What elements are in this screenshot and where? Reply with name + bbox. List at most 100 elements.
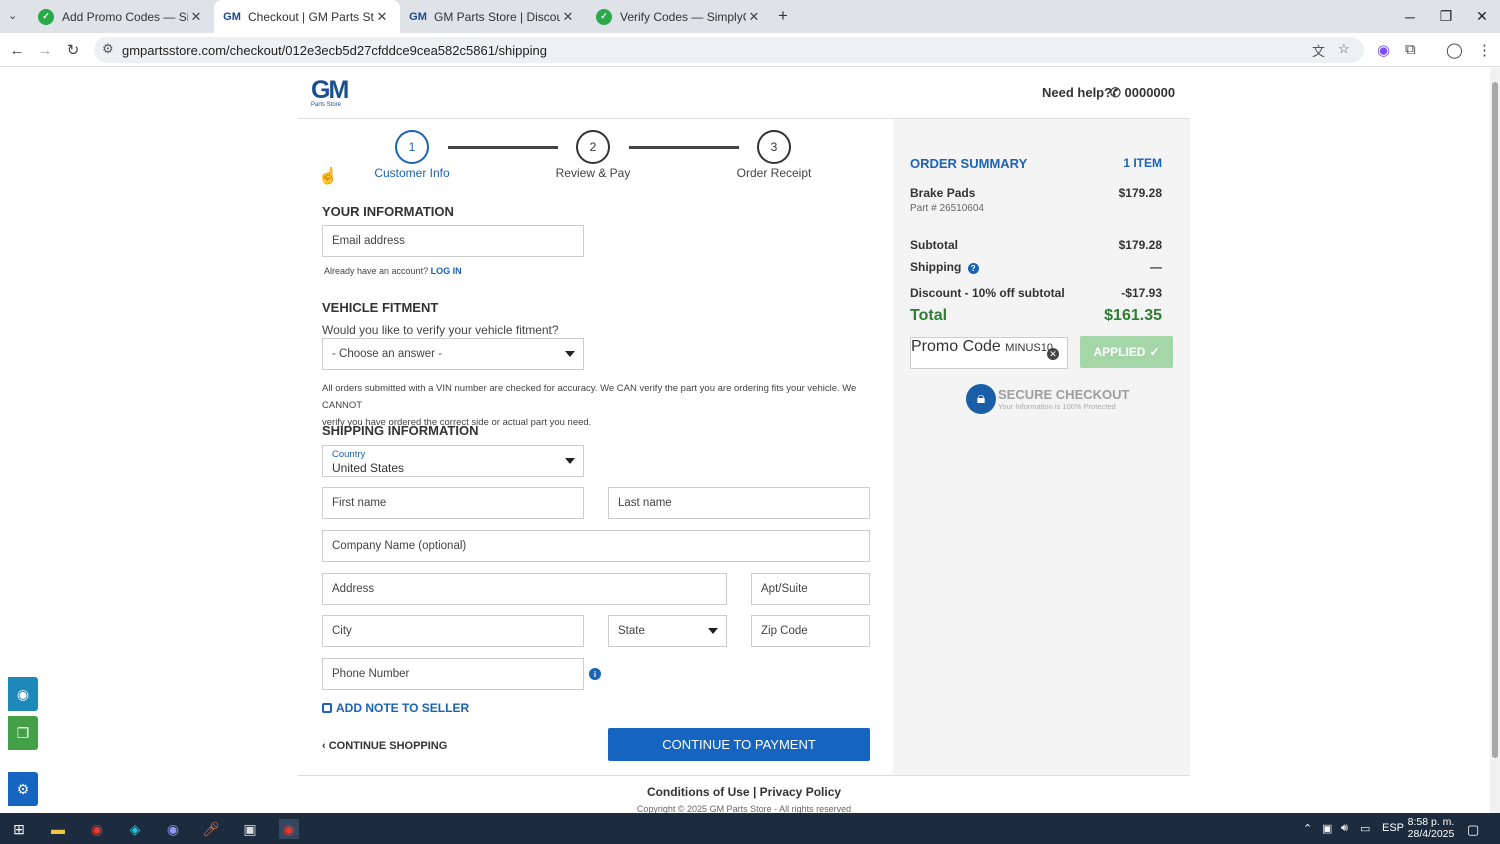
email-field[interactable]: Email address <box>322 225 584 257</box>
file-explorer-icon[interactable]: ▬ <box>48 819 68 839</box>
volume-icon[interactable]: 🔊︎ <box>1341 822 1348 835</box>
gm-parts-store-logo[interactable]: GM Parts Store <box>311 78 349 112</box>
vehicle-fitment-heading: VEHICLE FITMENT <box>322 300 439 315</box>
gm-icon: GM <box>409 10 427 23</box>
order-summary-title: ORDER SUMMARY <box>910 156 1028 171</box>
close-icon[interactable]: ✕ <box>374 9 390 25</box>
total-value: $161.35 <box>1104 307 1162 324</box>
settings-widget-icon[interactable]: ⚙ <box>8 772 38 806</box>
translate-icon[interactable]: 文 <box>1312 41 1325 60</box>
footer-links: Conditions of Use | Privacy Policy <box>646 785 842 799</box>
info-icon[interactable]: i <box>589 668 601 680</box>
continue-to-payment-button[interactable]: CONTINUE TO PAYMENT <box>608 728 870 761</box>
note-checkbox-icon <box>322 703 332 713</box>
chrome-icon[interactable]: ◉ <box>87 819 107 839</box>
forward-arrow-icon[interactable]: → <box>33 38 57 62</box>
continue-shopping-link[interactable]: ‹ CONTINUE SHOPPING <box>322 740 447 752</box>
login-link[interactable]: LOG IN <box>431 266 462 276</box>
clear-promo-icon[interactable]: ✕ <box>1047 348 1059 360</box>
copyright-text: Copyright © 2025 GM Parts Store - All ri… <box>636 804 852 813</box>
step-1-circle: 1 <box>395 130 429 164</box>
promo-code-field[interactable]: Promo Code MINUS10 ✕ <box>910 337 1068 369</box>
help-question-icon[interactable]: ? <box>967 263 979 274</box>
zip-code-field[interactable]: Zip Code <box>751 615 870 647</box>
step-3-label: Order Receipt <box>736 166 812 180</box>
footer-divider <box>298 775 1190 776</box>
app-shield-icon[interactable]: ◈ <box>125 819 145 839</box>
tab-checkout[interactable]: GM Checkout | GM Parts Store ✕ <box>214 0 400 33</box>
app-chrome-profile-icon[interactable]: ◉ <box>163 819 183 839</box>
state-select[interactable]: State <box>608 615 727 647</box>
last-name-field[interactable]: Last name <box>608 487 870 519</box>
network-icon[interactable]: ▭ <box>1360 822 1370 835</box>
reload-icon[interactable]: ↻ <box>61 38 85 62</box>
extension-orb-icon[interactable]: ◉ <box>1377 41 1390 59</box>
secure-checkout-title: SECURE CHECKOUT <box>998 387 1130 402</box>
language-indicator[interactable]: ESP <box>1382 822 1404 834</box>
applied-button[interactable]: APPLIED ✓ <box>1080 336 1173 368</box>
company-name-field[interactable]: Company Name (optional) <box>322 530 870 562</box>
close-icon[interactable]: ✕ <box>560 9 576 25</box>
privacy-policy-link[interactable]: Privacy Policy <box>760 785 841 799</box>
bookmark-star-icon[interactable]: ☆ <box>1338 41 1350 57</box>
discount-value: -$17.93 <box>1121 286 1162 300</box>
subtotal-label: Subtotal <box>910 238 958 252</box>
window-close-icon[interactable]: ✕ <box>1464 0 1500 33</box>
profile-icon[interactable]: ◯ <box>1446 41 1463 59</box>
hand-cursor-icon: ☝ <box>318 168 338 185</box>
copy-widget-icon[interactable]: ❐ <box>8 716 38 750</box>
url-bar[interactable]: ⚙ gmpartsstore.com/checkout/012e3ecb5d27… <box>94 37 1364 63</box>
country-select[interactable]: Country United States <box>322 445 584 477</box>
url-text[interactable]: gmpartsstore.com/checkout/012e3ecb5d27cf… <box>122 43 547 58</box>
tab-add-promo-codes[interactable]: ✓ Add Promo Codes — SimplyCo ✕ <box>28 0 214 33</box>
part-number: Part # 26510604 <box>910 203 984 214</box>
apt-suite-field[interactable]: Apt/Suite <box>751 573 870 605</box>
step-2-circle: 2 <box>576 130 610 164</box>
close-icon[interactable]: ✕ <box>746 9 762 25</box>
item-name: Brake Pads <box>910 186 976 200</box>
new-tab-plus-icon[interactable]: + <box>778 6 788 26</box>
page-scrollbar[interactable] <box>1490 68 1500 813</box>
address-field[interactable]: Address <box>322 573 727 605</box>
need-help-text: Need help? <box>1042 85 1113 100</box>
microphone-icon[interactable]: 🎤︎ <box>201 819 221 839</box>
phone-link[interactable]: ✆ 0000000 <box>1110 85 1175 101</box>
simplycodes-icon: ✓ <box>596 8 612 25</box>
first-name-field[interactable]: First name <box>322 487 584 519</box>
simplycodes-icon: ✓ <box>38 8 54 25</box>
fitment-question: Would you like to verify your vehicle fi… <box>322 323 559 337</box>
city-field[interactable]: City <box>322 615 584 647</box>
menu-dots-icon[interactable]: ⋮ <box>1477 41 1492 59</box>
minimize-icon[interactable]: ─ <box>1392 0 1428 33</box>
shipping-label: Shipping ? <box>910 260 979 274</box>
subtotal-value: $179.28 <box>1118 238 1162 252</box>
back-arrow-icon[interactable]: ← <box>5 38 29 62</box>
app-window-icon[interactable]: ▣ <box>240 819 260 839</box>
item-price: $179.28 <box>1118 186 1162 200</box>
extensions-puzzle-icon[interactable]: ⧉ <box>1405 41 1416 58</box>
lock-icon: 🔒︎ <box>966 384 996 414</box>
scroll-thumb[interactable] <box>1492 82 1498 758</box>
chevron-left-icon: ‹ <box>322 740 329 752</box>
eye-widget-icon[interactable]: ◉ <box>8 677 38 711</box>
tray-app-icon[interactable]: ▣ <box>1322 822 1332 835</box>
tab-gm-discount[interactable]: GM GM Parts Store | Discount GM P ✕ <box>400 0 586 33</box>
close-icon[interactable]: ✕ <box>188 9 204 25</box>
tray-chevron-icon[interactable]: ⌃ <box>1303 822 1312 835</box>
site-settings-icon[interactable]: ⚙ <box>102 41 114 57</box>
add-note-to-seller-button[interactable]: ADD NOTE TO SELLER <box>322 701 469 715</box>
shipping-information-heading: SHIPPING INFORMATION <box>322 423 479 438</box>
fitment-select[interactable]: - Choose an answer - <box>322 338 584 370</box>
step-connector <box>629 146 739 149</box>
phone-number-field[interactable]: Phone Number <box>322 658 584 690</box>
notifications-icon[interactable]: ▢ <box>1467 822 1479 838</box>
conditions-of-use-link[interactable]: Conditions of Use <box>647 785 750 799</box>
restore-icon[interactable]: ❐ <box>1428 0 1464 33</box>
item-count: 1 ITEM <box>1123 156 1162 170</box>
windows-start-icon[interactable]: ⊞ <box>9 819 29 839</box>
tab-search-chevron-icon[interactable]: ⌄ <box>8 9 17 22</box>
tab-verify-codes[interactable]: ✓ Verify Codes — SimplyCodes ✕ <box>586 0 772 33</box>
windows-taskbar: ⊞ ▬ ◉ ◈ ◉ 🎤︎ ▣ ◉ ⌃ ▣ 🔊︎ ▭ ESP 8:58 p. m.… <box>0 813 1500 844</box>
chrome-active-icon[interactable]: ◉ <box>279 819 299 839</box>
clock[interactable]: 8:58 p. m. 28/4/2025 <box>1405 816 1457 840</box>
